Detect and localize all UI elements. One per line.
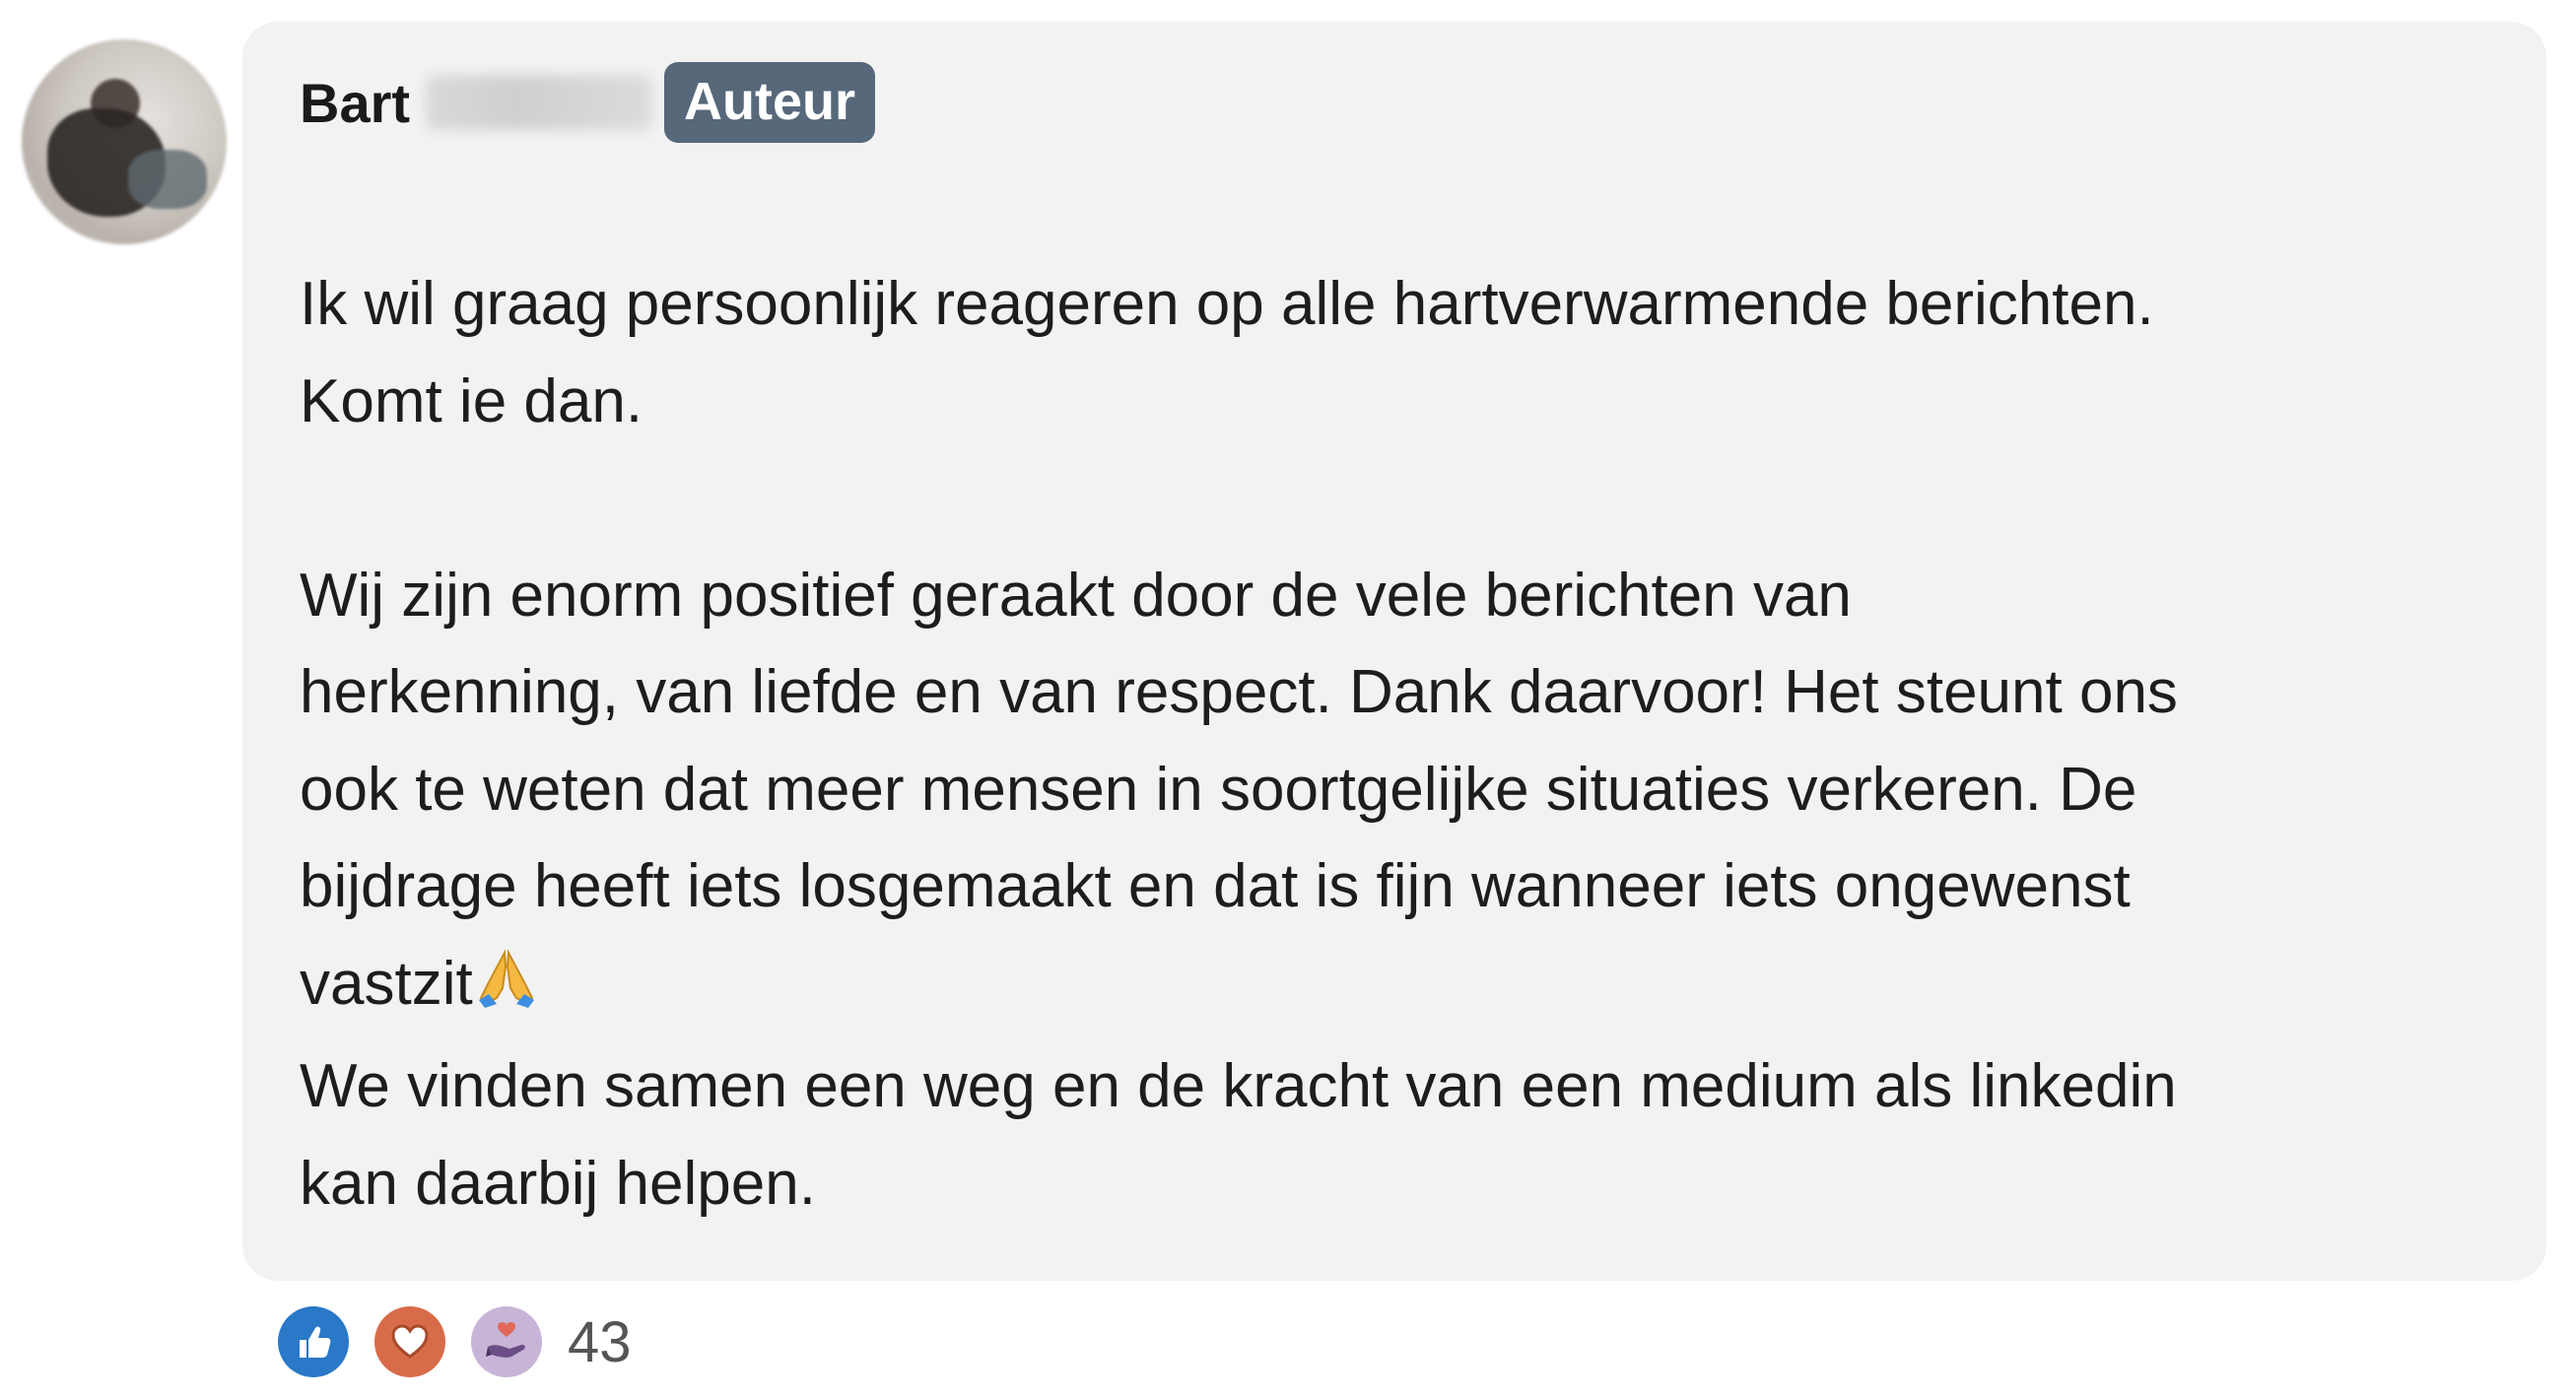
comment-line: kan daarbij helpen.	[300, 1149, 816, 1218]
comment-line: herkenning, van liefde en van respect. D…	[300, 658, 2178, 726]
avatar-photo-detail	[128, 150, 207, 209]
comment-line: Komt ie dan.	[300, 366, 644, 435]
comment-line: We vinden samen een weg en de kracht van…	[300, 1052, 2177, 1120]
folded-hands-icon	[475, 942, 538, 1039]
support-icon[interactable]	[471, 1306, 542, 1377]
author-last-name-redacted	[426, 75, 653, 130]
reaction-count[interactable]: 43	[568, 1309, 632, 1375]
comment-line: Wij zijn enorm positief geraakt door de …	[300, 561, 1852, 630]
comment-line: ook te weten dat meer mensen in soortgel…	[300, 755, 2137, 824]
author-name[interactable]: Bart	[300, 71, 410, 135]
avatar[interactable]	[22, 39, 227, 244]
reactions-bar[interactable]: 43	[278, 1302, 632, 1381]
comment-line-text: vastzit	[300, 949, 473, 1018]
love-icon[interactable]	[374, 1306, 445, 1377]
comment-line: Ik wil graag persoonlijk reageren op all…	[300, 270, 2154, 338]
comment-line-with-emoji: vastzit	[300, 936, 2507, 1039]
comment-header: Bart Auteur	[300, 61, 876, 144]
author-badge: Auteur	[664, 62, 876, 143]
like-icon[interactable]	[278, 1306, 349, 1377]
comment-line: bijdrage heeft iets losgemaakt en dat is…	[300, 852, 2131, 920]
comment: Bart Auteur Ik wil graag persoonlijk rea…	[0, 0, 2576, 1399]
comment-text: Ik wil graag persoonlijk reageren op all…	[300, 256, 2507, 1232]
